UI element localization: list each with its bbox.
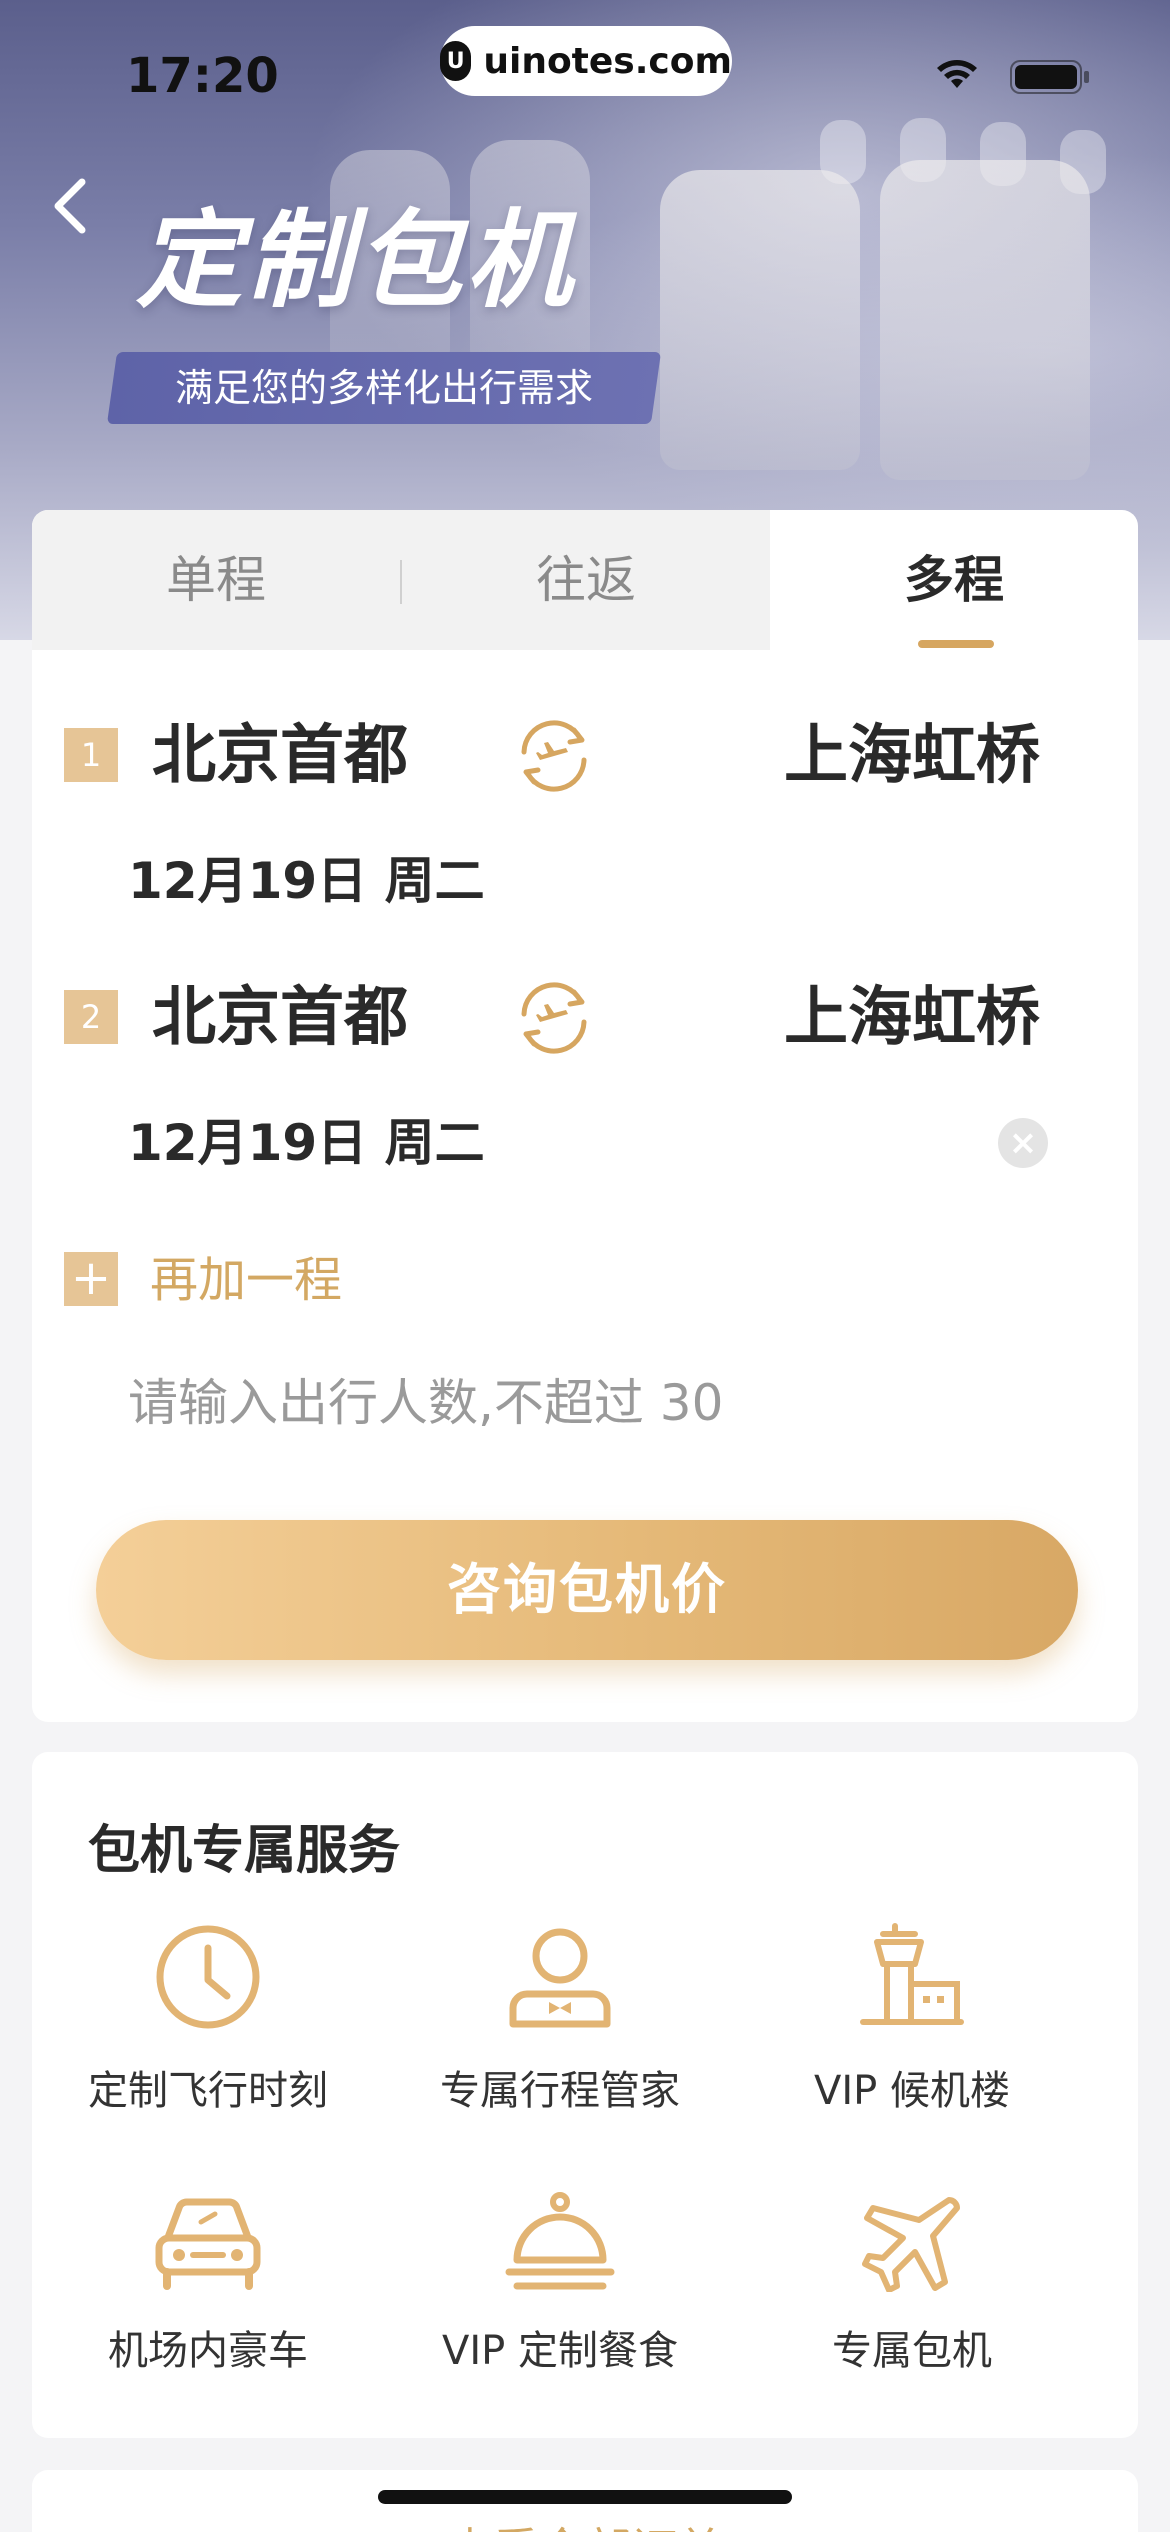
service-label: 机场内豪车 [108,2328,308,2374]
active-tab-indicator [918,640,994,648]
service-label: VIP 定制餐食 [442,2328,678,2374]
service-label: 专属行程管家 [440,2068,680,2114]
services-title: 包机专属服务 [88,1821,401,1881]
swap-cities-icon[interactable] [506,708,602,804]
passenger-count-input[interactable] [128,1368,1028,1438]
leg2-departure-city[interactable]: 北京首都 [152,986,408,1050]
booking-card: 单程 往返 多程 1 北京首都 上海虹桥 12月19日 周二 2 北京首都 上海… [32,510,1138,1722]
inquire-price-button[interactable]: 咨询包机价 [96,1520,1078,1660]
hero-subtitle: 满足您的多样化出行需求 [174,366,593,410]
leg1-date[interactable]: 12月19日 周二 [128,856,485,906]
service-item[interactable]: 专属包机 [736,2192,1088,2376]
service-label: VIP 候机楼 [814,2068,1010,2114]
site-logo-icon: U [440,41,472,81]
service-item[interactable]: 机场内豪车 [32,2192,384,2376]
service-label: 定制飞行时刻 [88,2068,328,2114]
leg-number-badge: 2 [64,990,118,1044]
leg2-arrival-city[interactable]: 上海虹桥 [784,986,1040,1050]
status-time: 17:20 [126,48,279,104]
leg1-departure-city[interactable]: 北京首都 [152,724,408,788]
url-text: uinotes.com [483,40,732,82]
hero-subtitle-badge: 满足您的多样化出行需求 [106,352,662,424]
control-tower-icon [860,1923,964,2025]
trip-type-tabs: 单程 往返 多程 [32,510,1138,650]
url-pill[interactable]: U uinotes.com [440,26,732,96]
cabin-seat [880,160,1090,480]
airplane-icon [862,2197,960,2292]
leg2-date[interactable]: 12月19日 周二 [128,1118,485,1168]
back-chevron-icon[interactable] [40,170,100,240]
wifi-icon [937,60,977,88]
food-cloche-icon [505,2192,615,2290]
tab-round-trip[interactable]: 往返 [402,510,770,650]
page-title: 定制包机 [136,199,576,322]
charter-flight-page: 17:20 U uinotes.com 定制包机 满足您的多样化出行需求 单程 … [0,0,1170,2532]
leg1-arrival-city[interactable]: 上海虹桥 [784,724,1040,788]
battery-icon [1010,60,1089,94]
clock-icon [156,1925,260,2029]
status-bar: 17:20 U uinotes.com [0,0,1170,140]
home-indicator [378,2490,792,2504]
remove-leg-icon[interactable]: × [998,1118,1048,1168]
service-item[interactable]: VIP 定制餐食 [384,2192,736,2376]
tab-one-way[interactable]: 单程 [32,510,400,650]
add-leg-plus-icon[interactable]: + [64,1252,118,1306]
service-item[interactable]: VIP 候机楼 [736,1922,1088,2116]
car-icon [155,2198,261,2290]
service-item[interactable]: 定制飞行时刻 [32,1922,384,2116]
service-label: 专属包机 [832,2328,992,2374]
tab-multi-city[interactable]: 多程 [770,510,1138,650]
swap-cities-icon[interactable] [506,970,602,1066]
services-card: 包机专属服务 定制飞行时刻 专属行程管家 VIP 候机楼 机场内豪车 VIP 定… [32,1752,1138,2438]
leg-number-badge: 1 [64,728,118,782]
service-item[interactable]: 专属行程管家 [384,1922,736,2116]
add-leg-button[interactable]: 再加一程 [150,1256,342,1304]
butler-icon [509,1928,611,2028]
view-all-orders-link[interactable]: 查看全部订单 [32,2514,1138,2532]
cabin-seat [660,170,860,470]
